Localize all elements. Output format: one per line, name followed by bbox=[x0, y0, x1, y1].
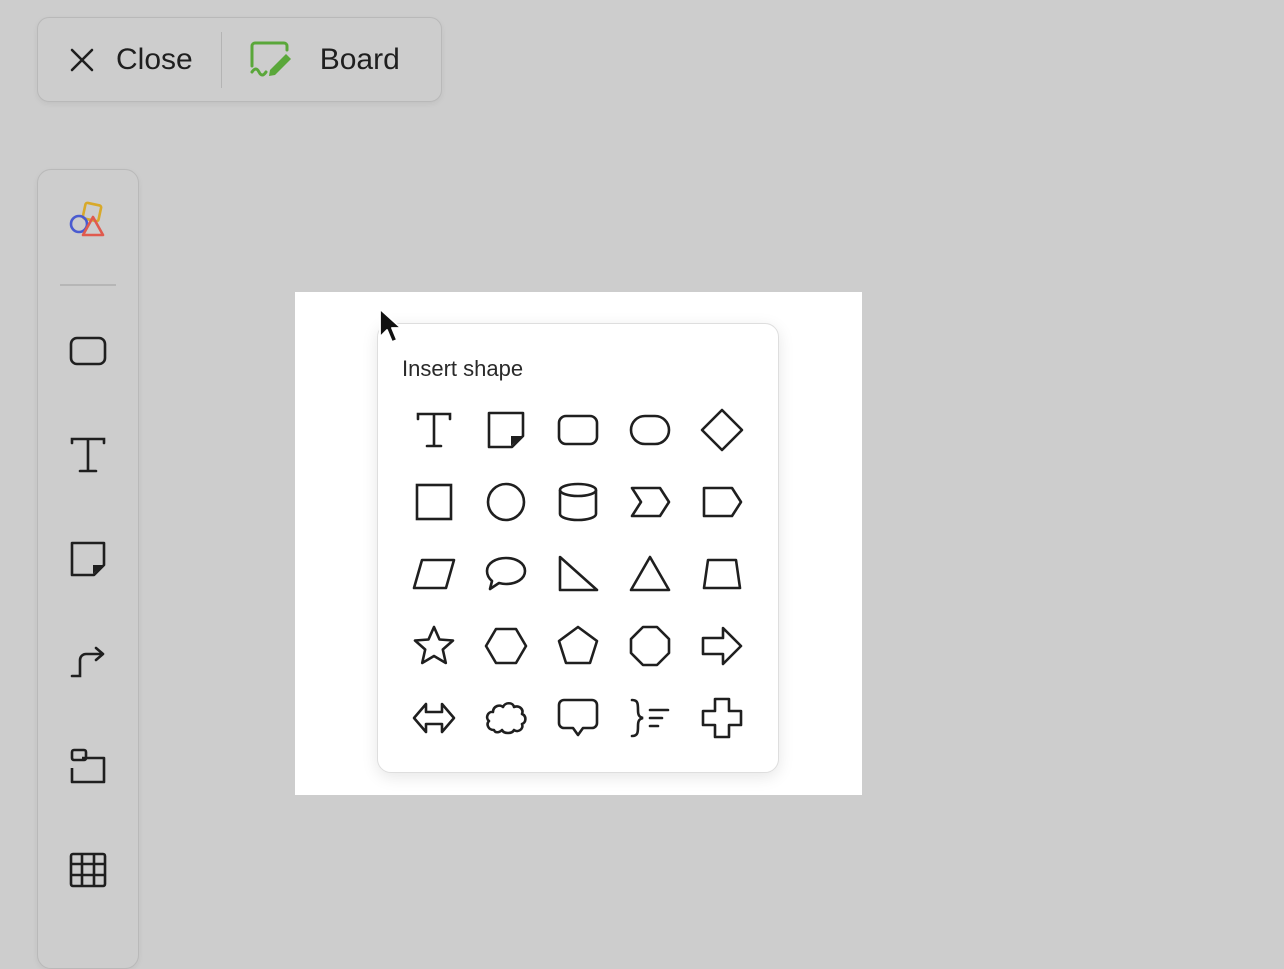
shape-right-triangle[interactable] bbox=[542, 538, 614, 610]
double-arrow-icon bbox=[412, 702, 456, 734]
cross-icon bbox=[701, 697, 743, 739]
board-button[interactable]: Board bbox=[222, 18, 400, 101]
cloud-icon bbox=[485, 701, 527, 735]
shape-hexagon[interactable] bbox=[470, 610, 542, 682]
close-label: Close bbox=[116, 42, 193, 76]
shape-diamond[interactable] bbox=[686, 394, 758, 466]
close-icon bbox=[70, 48, 94, 71]
star-icon bbox=[413, 625, 455, 665]
callout-icon bbox=[557, 698, 599, 737]
board-label: Board bbox=[319, 42, 400, 76]
sidebar-item-shapes[interactable] bbox=[38, 182, 138, 262]
shape-octagon[interactable] bbox=[614, 610, 686, 682]
shape-stadium[interactable] bbox=[614, 394, 686, 466]
insert-shape-popup: Insert shape bbox=[377, 323, 779, 773]
diamond-icon bbox=[700, 408, 744, 452]
shape-cross[interactable] bbox=[686, 682, 758, 754]
chevron-icon bbox=[630, 486, 671, 518]
connector-icon bbox=[70, 646, 105, 678]
shape-pentagon-tag[interactable] bbox=[686, 466, 758, 538]
shape-circle[interactable] bbox=[470, 466, 542, 538]
top-toolbar: Close Board bbox=[37, 17, 442, 102]
shape-double-arrow[interactable] bbox=[398, 682, 470, 754]
parallelogram-icon bbox=[412, 558, 456, 590]
circle-icon bbox=[486, 482, 526, 522]
sidebar-item-connector[interactable] bbox=[38, 622, 138, 702]
shape-rounded-rectangle[interactable] bbox=[542, 394, 614, 466]
sticky-note-icon bbox=[70, 541, 106, 577]
table-icon bbox=[69, 852, 107, 888]
pentagon-icon bbox=[557, 625, 599, 665]
shape-sticky-note[interactable] bbox=[470, 394, 542, 466]
board-icon bbox=[250, 41, 291, 76]
stadium-icon bbox=[629, 414, 671, 446]
rounded-rectangle-icon bbox=[557, 414, 599, 446]
sidebar-item-text[interactable] bbox=[38, 415, 138, 495]
shape-grid bbox=[398, 394, 758, 754]
shape-speech-bubble[interactable] bbox=[470, 538, 542, 610]
text-icon bbox=[70, 437, 106, 473]
brace-list-icon bbox=[630, 698, 670, 738]
shape-callout[interactable] bbox=[542, 682, 614, 754]
shape-star[interactable] bbox=[398, 610, 470, 682]
sidebar-item-table[interactable] bbox=[38, 830, 138, 910]
left-toolbar bbox=[37, 169, 139, 969]
rectangle-icon bbox=[69, 336, 107, 366]
square-icon bbox=[415, 483, 453, 521]
shape-pentagon[interactable] bbox=[542, 610, 614, 682]
hexagon-icon bbox=[484, 627, 528, 665]
shape-parallelogram[interactable] bbox=[398, 538, 470, 610]
trapezoid-icon bbox=[702, 558, 742, 590]
shape-arrow-right[interactable] bbox=[686, 610, 758, 682]
mouse-cursor-icon bbox=[379, 308, 402, 343]
shape-cloud[interactable] bbox=[470, 682, 542, 754]
popup-title: Insert shape bbox=[402, 356, 524, 381]
octagon-icon bbox=[629, 625, 671, 667]
shape-text[interactable] bbox=[398, 394, 470, 466]
close-button[interactable]: Close bbox=[38, 18, 221, 101]
frame-icon bbox=[70, 748, 106, 784]
pentagon-tag-icon bbox=[702, 486, 743, 518]
text-shape-icon bbox=[416, 412, 452, 448]
shapes-icon bbox=[69, 201, 105, 237]
speech-bubble-icon bbox=[485, 556, 527, 591]
triangle-icon bbox=[629, 555, 671, 592]
cylinder-icon bbox=[558, 482, 598, 522]
shape-chevron[interactable] bbox=[614, 466, 686, 538]
sticky-note-shape-icon bbox=[487, 411, 525, 449]
sidebar-item-rectangle[interactable] bbox=[38, 311, 138, 391]
right-triangle-icon bbox=[558, 555, 599, 592]
shape-cylinder[interactable] bbox=[542, 466, 614, 538]
shape-brace-list[interactable] bbox=[614, 682, 686, 754]
shape-square[interactable] bbox=[398, 466, 470, 538]
shape-triangle[interactable] bbox=[614, 538, 686, 610]
sidebar-item-frame[interactable] bbox=[38, 726, 138, 806]
shape-trapezoid[interactable] bbox=[686, 538, 758, 610]
sidebar-separator bbox=[60, 284, 116, 286]
arrow-right-icon bbox=[701, 626, 743, 666]
sidebar-item-sticky-note[interactable] bbox=[38, 519, 138, 599]
